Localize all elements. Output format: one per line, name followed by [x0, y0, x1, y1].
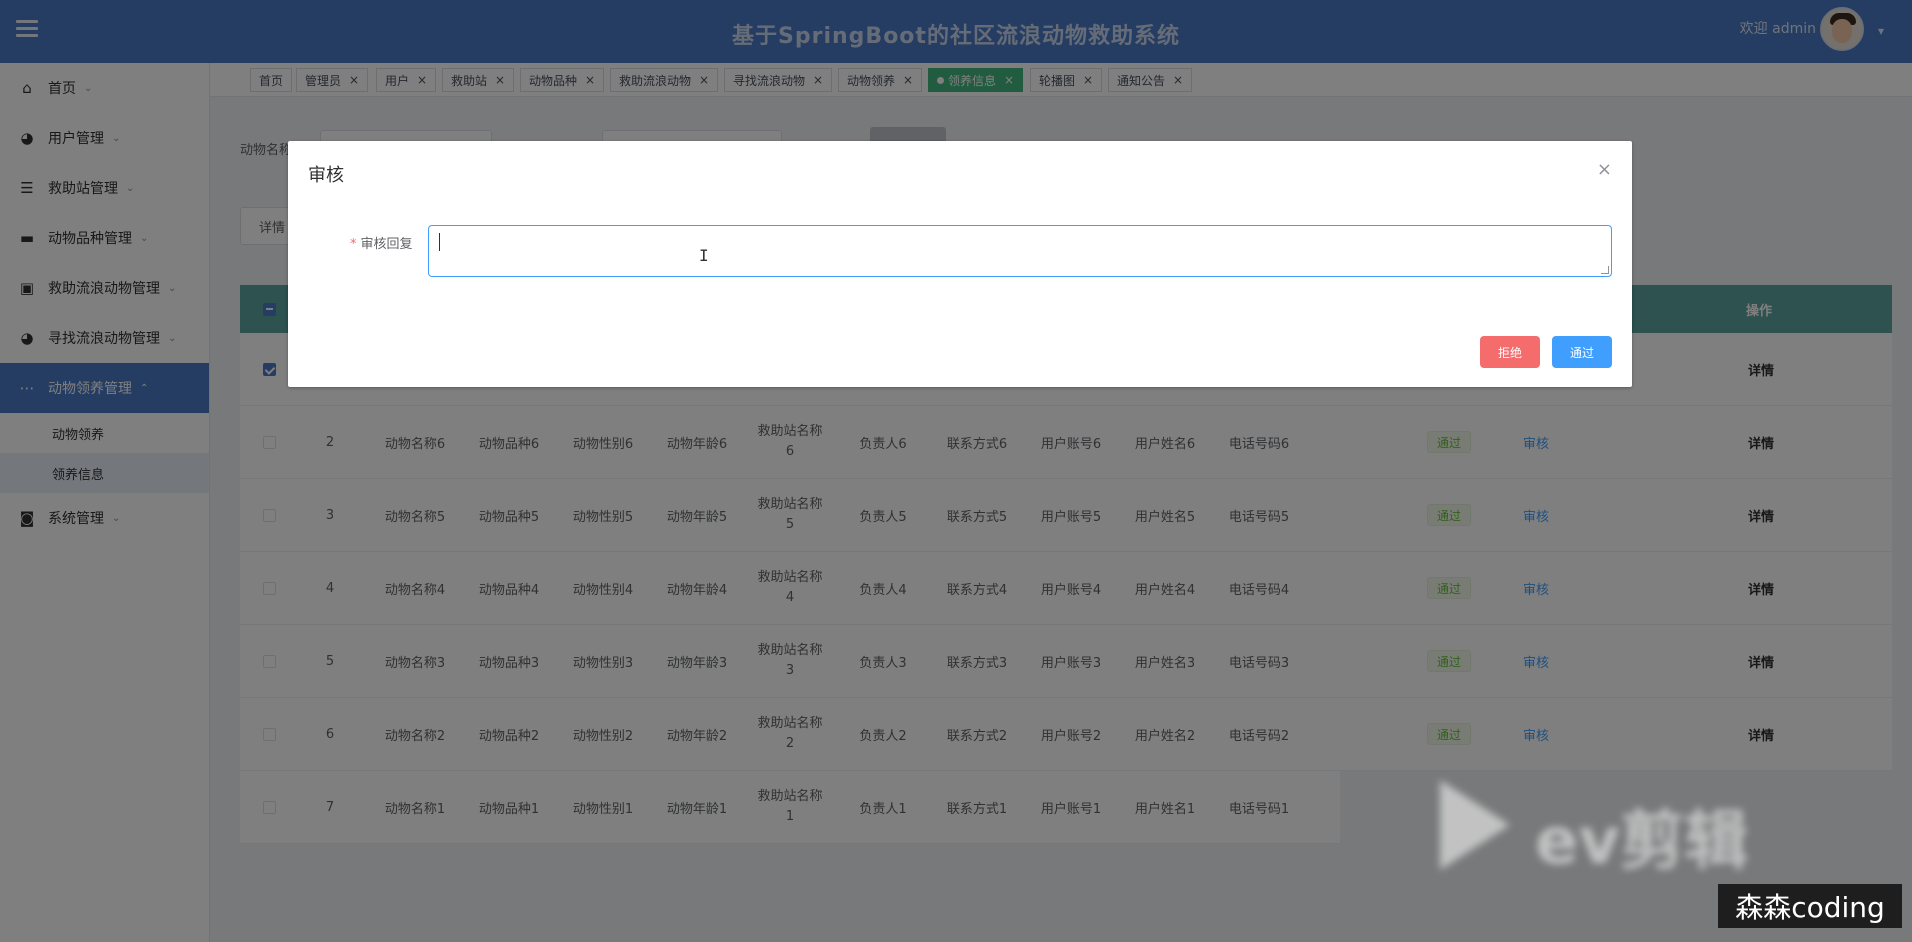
pass-button[interactable]: 通过	[1552, 336, 1612, 368]
text-caret	[439, 233, 440, 251]
audit-reply-textarea[interactable]: I	[428, 225, 1612, 277]
i-beam-cursor-icon: I	[699, 246, 709, 265]
play-icon	[1440, 780, 1510, 870]
reject-button[interactable]: 拒绝	[1480, 336, 1540, 368]
audit-reply-label-text: 审核回复	[360, 237, 413, 252]
watermark-logo: ev剪辑	[1440, 780, 1780, 879]
watermark-label: 森森coding	[1718, 884, 1902, 928]
required-marker: *	[350, 237, 357, 252]
watermark-logo-text: ev剪辑	[1535, 805, 1749, 879]
audit-dialog: 审核 × * 审核回复 I 拒绝 通过	[288, 141, 1632, 387]
audit-reply-label: * 审核回复	[350, 233, 413, 252]
dialog-title: 审核	[308, 165, 344, 186]
close-icon[interactable]: ×	[1597, 159, 1612, 180]
resize-handle-icon[interactable]	[1601, 266, 1609, 274]
